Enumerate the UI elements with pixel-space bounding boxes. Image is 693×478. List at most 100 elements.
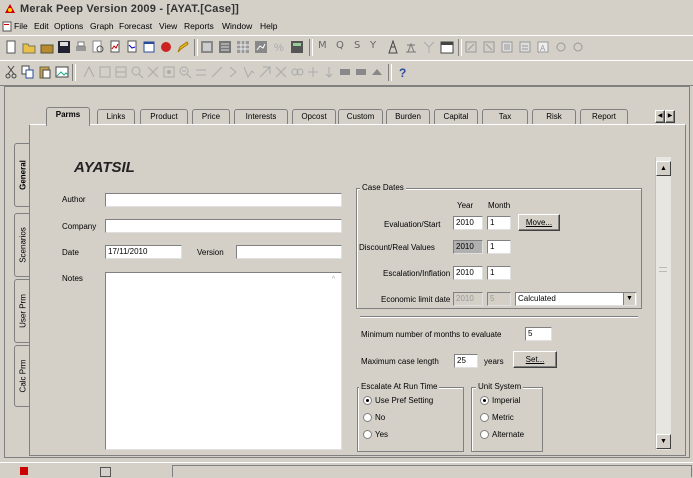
tab-tax[interactable]: Tax — [482, 109, 528, 125]
max-length-field[interactable]: 25 — [454, 354, 478, 368]
tab-interests[interactable]: Interests — [234, 109, 288, 125]
chevron-down-icon[interactable]: ▼ — [623, 293, 635, 305]
tab-report[interactable]: Report — [580, 109, 628, 125]
notes-scroll-up[interactable]: ^ — [328, 274, 339, 285]
tab-opcost[interactable]: Opcost — [292, 109, 336, 125]
menu-view[interactable]: View — [159, 21, 177, 31]
copy-icon[interactable] — [21, 65, 35, 79]
app-icon — [5, 4, 15, 13]
open-icon[interactable] — [22, 40, 36, 54]
date-field[interactable]: 17/11/2010 — [105, 245, 182, 259]
menu-options[interactable]: Options — [54, 21, 83, 31]
menu-edit[interactable]: Edit — [34, 21, 49, 31]
vertical-scrollbar[interactable]: ▲ ▼ — [655, 157, 671, 450]
evaluation-year-field[interactable]: 2010 — [453, 216, 483, 230]
help-icon[interactable]: ? — [396, 65, 410, 79]
discount-month-field[interactable]: 1 — [487, 240, 511, 254]
network-icon[interactable] — [422, 40, 436, 54]
report-icon[interactable] — [218, 40, 232, 54]
tab-parms[interactable]: Parms — [46, 107, 90, 126]
evaluation-month-field[interactable]: 1 — [487, 216, 511, 230]
economic-method-select[interactable]: Calculated ▼ — [515, 292, 637, 306]
version-field[interactable] — [236, 245, 342, 259]
preview-icon[interactable] — [91, 40, 105, 54]
escalate-pref-radio[interactable] — [363, 396, 372, 405]
tab-capital[interactable]: Capital — [434, 109, 478, 125]
tool-b-icon[interactable] — [482, 40, 496, 54]
print-icon[interactable] — [74, 40, 88, 54]
escalation-year-field[interactable]: 2010 — [453, 266, 483, 280]
record-icon[interactable] — [159, 40, 173, 54]
menu-graph[interactable]: Graph — [90, 21, 114, 31]
y-button[interactable]: Y — [370, 40, 376, 51]
escalation-month-field[interactable]: 1 — [487, 266, 511, 280]
m-button[interactable]: M — [318, 40, 327, 51]
side-tab-general[interactable]: General — [14, 143, 30, 207]
escalate-no-radio[interactable] — [363, 413, 372, 422]
escalate-yes-radio[interactable] — [363, 430, 372, 439]
chart-icon[interactable] — [254, 40, 268, 54]
side-tab-calc-prm[interactable]: Calc Prm — [14, 345, 30, 407]
tool-d-icon[interactable] — [518, 40, 532, 54]
author-field[interactable] — [105, 193, 342, 207]
tool-e-icon[interactable]: A — [536, 40, 550, 54]
table-icon[interactable] — [236, 40, 250, 54]
tool-c-icon[interactable] — [500, 40, 514, 54]
notes-field[interactable] — [105, 272, 342, 450]
tool-a-icon[interactable] — [464, 40, 478, 54]
min-months-label: Minimum number of months to evaluate — [361, 330, 502, 339]
side-tab-scenarios[interactable]: Scenarios — [14, 213, 30, 277]
forecast-icon[interactable] — [108, 40, 122, 54]
summary-icon[interactable] — [290, 40, 304, 54]
calendar-icon[interactable] — [440, 40, 454, 54]
tab-product[interactable]: Product — [140, 109, 188, 125]
scroll-down-button[interactable]: ▼ — [656, 434, 671, 449]
set-button[interactable]: Set... — [513, 351, 557, 368]
s-button[interactable]: S — [354, 40, 360, 51]
menu-help[interactable]: Help — [260, 21, 277, 31]
tab-custom[interactable]: Custom — [338, 109, 383, 125]
max-length-label: Maximum case length — [361, 357, 439, 366]
save-icon[interactable] — [57, 40, 71, 54]
circle-a-icon[interactable] — [554, 40, 568, 54]
picture-icon[interactable] — [55, 65, 69, 79]
escalate-no-label: No — [375, 413, 386, 422]
menu-file[interactable]: File — [14, 21, 28, 31]
cut-icon[interactable] — [4, 65, 18, 79]
min-months-field[interactable]: 5 — [525, 327, 552, 341]
scroll-up-button[interactable]: ▲ — [656, 161, 671, 176]
circle-b-icon[interactable] — [571, 40, 585, 54]
percent-icon[interactable]: % — [272, 40, 286, 54]
scroll-grip[interactable] — [659, 267, 667, 272]
pump-icon[interactable] — [404, 40, 418, 54]
tab-links[interactable]: Links — [97, 109, 135, 125]
document-icon[interactable] — [2, 21, 12, 32]
company-field[interactable] — [105, 219, 342, 233]
window-icon[interactable] — [142, 40, 156, 54]
new-icon[interactable] — [4, 40, 18, 54]
tab-scroll-left[interactable]: ◀ — [655, 110, 665, 123]
alternate-radio[interactable] — [480, 430, 489, 439]
economic-method-value: Calculated — [518, 294, 556, 303]
q-button[interactable]: Q — [336, 40, 344, 51]
forecast-decline-icon[interactable] — [125, 40, 139, 54]
move-button[interactable]: Move... — [518, 214, 560, 231]
toolbar-separator — [458, 39, 462, 56]
menu-reports[interactable]: Reports — [184, 21, 214, 31]
tab-scroll-right[interactable]: ▶ — [665, 110, 675, 123]
tab-burden[interactable]: Burden — [386, 109, 430, 125]
grid-icon[interactable] — [200, 40, 214, 54]
menu-window[interactable]: Window — [222, 21, 252, 31]
menu-forecast[interactable]: Forecast — [119, 21, 152, 31]
rig-icon[interactable] — [386, 40, 400, 54]
paste-icon[interactable] — [38, 65, 52, 79]
metric-radio[interactable] — [480, 413, 489, 422]
tab-price[interactable]: Price — [192, 109, 230, 125]
open-case-icon[interactable] — [40, 40, 54, 54]
side-tab-user-prm[interactable]: User Prm — [14, 279, 30, 343]
pencil-icon[interactable] — [176, 40, 190, 54]
years-label: years — [484, 357, 504, 366]
discount-year-field[interactable]: 2010 — [453, 240, 483, 254]
tab-risk[interactable]: Risk — [532, 109, 576, 125]
imperial-radio[interactable] — [480, 396, 489, 405]
